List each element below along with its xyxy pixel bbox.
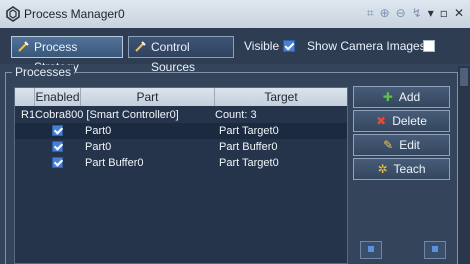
target-cell: Part Target0 xyxy=(219,157,279,169)
up-arrow-icon xyxy=(368,246,374,252)
title-bar[interactable]: Process Manager0 ⌗ ⊕ ⊖ ↯ ▾ ▫ ✕ xyxy=(0,0,470,28)
enabled-checkbox[interactable] xyxy=(52,125,63,136)
part-cell: Part0 xyxy=(85,141,112,153)
edit-label: Edit xyxy=(399,138,420,152)
target-cell: Part Buffer0 xyxy=(219,141,278,153)
down-arrow-icon xyxy=(432,246,438,252)
row-header-corner xyxy=(15,88,35,106)
processes-group-title: Processes xyxy=(12,65,75,79)
column-header-target[interactable]: Target xyxy=(215,88,347,106)
select-tool-icon[interactable]: ↯ xyxy=(412,6,422,20)
controller-name: R1Cobra800 [Smart Controller0] xyxy=(21,109,179,121)
vertical-scrollbar[interactable] xyxy=(458,66,470,264)
add-button[interactable]: ✚ Add xyxy=(353,86,450,108)
maximize-icon[interactable]: ▫ xyxy=(440,6,448,20)
process-strategy-icon xyxy=(18,41,29,52)
column-header-enabled[interactable]: Enabled xyxy=(35,88,81,106)
scrollbar-thumb[interactable] xyxy=(460,68,468,86)
teach-button[interactable]: ✲ Teach xyxy=(353,158,450,180)
target-cell: Part Target0 xyxy=(219,125,279,137)
process-strategy-button[interactable]: Process Strategy xyxy=(11,36,123,74)
table-row[interactable]: Part0 Part Target0 xyxy=(15,123,347,139)
delete-label: Delete xyxy=(392,114,427,128)
table-row[interactable]: Part0 Part Buffer0 xyxy=(15,139,347,155)
show-camera-images-checkbox[interactable] xyxy=(423,40,435,52)
processes-table: Enabled Part Target R1Cobra800 [Smart Co… xyxy=(14,87,348,264)
fit-view-icon[interactable]: ⌗ xyxy=(367,6,374,20)
process-manager-icon xyxy=(6,6,20,22)
control-sources-label: Control Sources xyxy=(151,40,196,74)
controller-count: Count: 3 xyxy=(215,109,257,121)
controller-group-row[interactable]: R1Cobra800 [Smart Controller0] Count: 3 xyxy=(15,107,347,123)
teach-label: Teach xyxy=(393,162,426,176)
enabled-checkbox[interactable] xyxy=(52,157,63,168)
visible-checkbox[interactable] xyxy=(283,40,295,52)
table-header: Enabled Part Target xyxy=(15,88,347,106)
title-bar-controls: ⌗ ⊕ ⊖ ↯ ▾ ▫ ✕ xyxy=(367,6,464,20)
enabled-checkbox[interactable] xyxy=(52,141,63,152)
part-cell: Part Buffer0 xyxy=(85,157,144,169)
move-up-button[interactable] xyxy=(360,241,382,259)
visible-label: Visible xyxy=(244,39,280,53)
add-label: Add xyxy=(398,90,421,104)
delete-button[interactable]: ✖ Delete xyxy=(353,110,450,132)
process-manager-window: Process Manager0 ⌗ ⊕ ⊖ ↯ ▾ ▫ ✕ Process S… xyxy=(0,0,470,264)
window-title: Process Manager0 xyxy=(24,7,125,21)
teach-icon: ✲ xyxy=(377,162,388,176)
column-header-part[interactable]: Part xyxy=(81,88,215,106)
control-sources-button[interactable]: Control Sources xyxy=(128,36,234,74)
add-icon: ✚ xyxy=(382,90,393,104)
table-row[interactable]: Part Buffer0 Part Target0 xyxy=(15,155,347,171)
part-cell: Part0 xyxy=(85,125,112,137)
close-icon[interactable]: ✕ xyxy=(454,6,464,20)
zoom-in-icon[interactable]: ⊕ xyxy=(380,6,390,20)
dropdown-arrow-icon[interactable]: ▾ xyxy=(428,6,434,20)
edit-button[interactable]: ✎ Edit xyxy=(353,134,450,156)
delete-icon: ✖ xyxy=(376,114,387,128)
move-down-button[interactable] xyxy=(424,241,446,259)
toolbar: Process Strategy Control Sources Visible… xyxy=(0,28,470,74)
control-sources-icon xyxy=(135,41,146,52)
edit-icon: ✎ xyxy=(383,138,394,152)
show-camera-images-label: Show Camera Images xyxy=(307,39,426,53)
zoom-out-icon[interactable]: ⊖ xyxy=(396,6,406,20)
